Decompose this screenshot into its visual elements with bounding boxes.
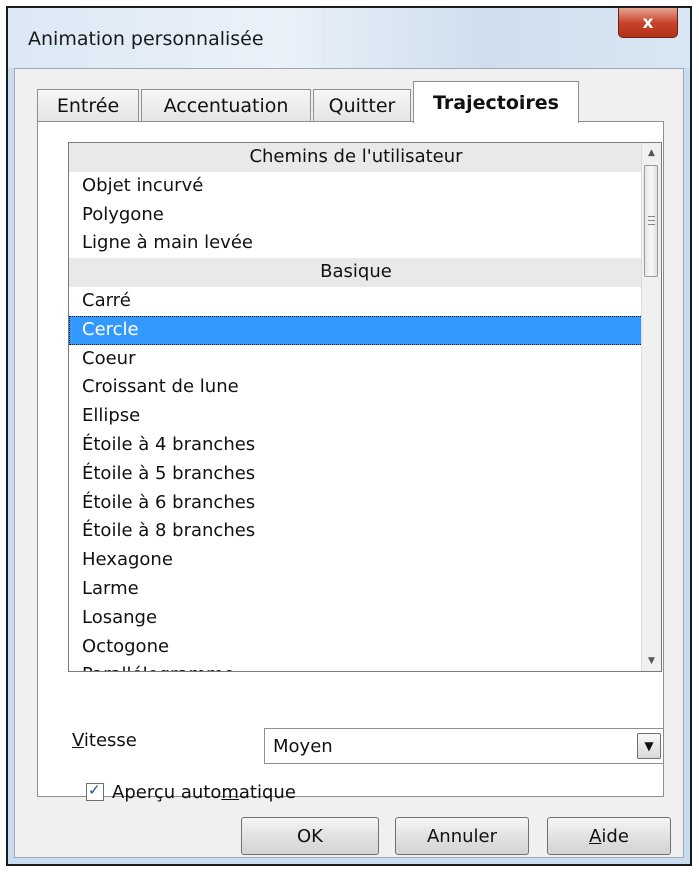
list-item[interactable]: Hexagone (69, 546, 643, 575)
scroll-up-arrow-icon[interactable]: ▲ (642, 143, 661, 163)
list-item[interactable]: Ligne à main levée (69, 229, 643, 258)
tab-trajectoires[interactable]: Trajectoires (413, 81, 579, 123)
list-item[interactable]: Coeur (69, 345, 643, 374)
list-item[interactable]: Ellipse (69, 402, 643, 431)
speed-label: Vitesse (72, 730, 137, 751)
list-item[interactable]: Cercle (69, 315, 643, 345)
ok-button[interactable]: OK (241, 817, 379, 855)
chevron-down-icon[interactable]: ▼ (637, 733, 661, 759)
speed-dropdown[interactable]: Moyen ▼ (264, 728, 664, 764)
list-item[interactable]: Polygone (69, 201, 643, 230)
tab-accentuation[interactable]: Accentuation (141, 89, 311, 121)
list-item[interactable]: Étoile à 4 branches (69, 431, 643, 460)
list-group-header: Basique (69, 258, 643, 287)
list-item[interactable]: Étoile à 8 branches (69, 517, 643, 546)
title-bar[interactable]: Animation personnalisée x (8, 8, 690, 68)
speed-value: Moyen (273, 736, 333, 757)
close-icon: x (642, 12, 654, 33)
dialog-window: Animation personnalisée x Entrée Accentu… (6, 6, 692, 866)
path-list-items: Chemins de l'utilisateur Objet incurvé Pol… (69, 143, 643, 671)
check-icon: ✓ (88, 781, 101, 799)
list-item[interactable]: Losange (69, 604, 643, 633)
path-listbox[interactable]: Chemins de l'utilisateur Objet incurvé Pol… (68, 142, 662, 672)
dialog-body: Entrée Accentuation Quitter Trajectoires… (14, 68, 684, 858)
list-item[interactable]: Étoile à 6 branches (69, 489, 643, 518)
window-title: Animation personnalisée (28, 28, 264, 50)
auto-preview-option[interactable]: ✓ Aperçu automatique (86, 780, 296, 804)
list-group-header: Chemins de l'utilisateur (69, 143, 643, 172)
list-item[interactable]: Objet incurvé (69, 172, 643, 201)
tab-quitter[interactable]: Quitter (313, 89, 411, 121)
cancel-button[interactable]: Annuler (395, 817, 529, 855)
list-item[interactable]: Carré (69, 287, 643, 316)
list-item[interactable]: Croissant de lune (69, 373, 643, 402)
list-item[interactable]: Larme (69, 575, 643, 604)
auto-preview-checkbox[interactable]: ✓ (86, 781, 104, 801)
tab-panel-trajectoires: Chemins de l'utilisateur Objet incurvé Pol… (37, 121, 664, 803)
scroll-thumb[interactable] (644, 165, 658, 277)
list-item[interactable]: Octogone (69, 633, 643, 662)
tab-entree[interactable]: Entrée (37, 89, 139, 121)
list-item[interactable]: Parallélogramme (69, 661, 643, 671)
auto-preview-label: Aperçu automatique (112, 781, 296, 803)
help-button[interactable]: Aide (547, 817, 671, 855)
scroll-down-arrow-icon[interactable]: ▼ (642, 651, 661, 671)
list-item[interactable]: Étoile à 5 branches (69, 460, 643, 489)
vertical-scrollbar[interactable]: ▲ ▼ (641, 143, 661, 671)
close-button[interactable]: x (618, 8, 678, 38)
